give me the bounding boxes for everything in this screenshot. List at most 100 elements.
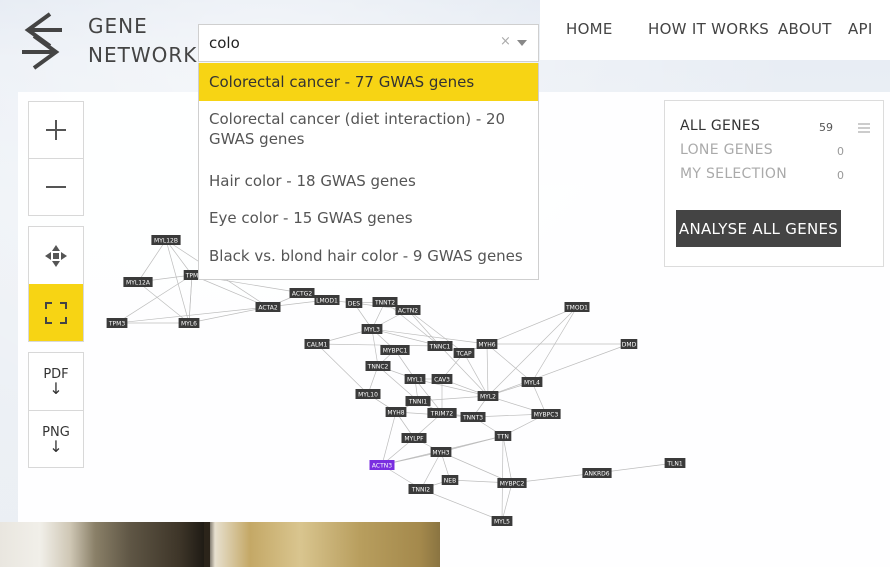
- gene-node[interactable]: MYL3: [361, 324, 383, 334]
- dropdown-item[interactable]: Eye color - 15 GWAS genes: [199, 208, 538, 230]
- gene-node[interactable]: MYBPC2: [497, 478, 527, 488]
- gene-node[interactable]: TNNI1: [405, 396, 431, 406]
- dropdown-item-label-cont: GWAS genes: [209, 130, 305, 148]
- gene-node[interactable]: MYBPC3: [531, 409, 561, 419]
- gene-node[interactable]: MYH3: [430, 447, 452, 457]
- gene-node-label: MYL1: [407, 377, 423, 384]
- gene-node[interactable]: MYL12B: [151, 235, 181, 245]
- lone-genes-count: 0: [837, 145, 844, 158]
- gene-node[interactable]: MYL4: [521, 377, 543, 387]
- logo-text-line2: NETWORK: [88, 43, 198, 67]
- gene-node[interactable]: MYL2: [477, 391, 499, 401]
- gene-node[interactable]: TNNT3: [460, 412, 486, 422]
- gene-node[interactable]: MYH6: [476, 339, 498, 349]
- gene-node-label: CAV3: [434, 377, 450, 384]
- gene-node-label: TNNT3: [462, 415, 483, 422]
- gene-node[interactable]: CAV3: [431, 374, 453, 384]
- gene-node[interactable]: TNNC2: [365, 361, 391, 371]
- gene-node-label: ACTN3: [372, 463, 392, 470]
- network-edge: [165, 239, 193, 276]
- network-edge: [371, 328, 379, 367]
- download-arrow-icon: ↓: [49, 436, 63, 456]
- nav-how-it-works[interactable]: HOW IT WORKS: [648, 20, 769, 38]
- network-edge: [502, 435, 513, 484]
- gene-node-label: MYL10: [358, 392, 378, 399]
- network-edge: [381, 411, 397, 466]
- move-arrows-icon: [45, 244, 67, 267]
- gene-node[interactable]: TLN1: [664, 458, 686, 468]
- gene-node[interactable]: DMD: [620, 339, 638, 349]
- all-genes-item[interactable]: ALL GENES: [680, 118, 760, 134]
- gene-node[interactable]: MYL12A: [123, 277, 153, 287]
- zoom-in-button[interactable]: [29, 102, 83, 158]
- pan-button[interactable]: [29, 227, 83, 284]
- gene-node-label: ACTA2: [258, 305, 277, 312]
- nav-home[interactable]: HOME: [566, 20, 613, 38]
- top-nav: HOME HOW IT WORKS ABOUT API: [540, 0, 890, 60]
- gene-node-label: TMOD1: [565, 305, 588, 312]
- gene-node[interactable]: TPM3: [106, 318, 128, 328]
- download-png-button[interactable]: PNG ↓: [29, 411, 83, 468]
- dropdown-item[interactable]: Colorectal cancer (diet interaction) - 2…: [199, 109, 538, 157]
- dropdown-item-label: Eye color - 15 GWAS genes: [209, 209, 413, 227]
- view-controls: [28, 226, 84, 342]
- export-controls: PDF ↓ PNG ↓: [28, 352, 84, 468]
- my-selection-item[interactable]: MY SELECTION: [680, 166, 787, 182]
- gene-node[interactable]: ANKRD6: [582, 468, 612, 478]
- gene-node[interactable]: MYBPC1: [380, 345, 410, 355]
- gene-node[interactable]: CALM1: [304, 339, 330, 349]
- gene-node-label: TNNC1: [429, 344, 451, 351]
- logo-arrows-icon: [22, 12, 62, 70]
- dropdown-item-label: Colorectal cancer - 77 GWAS genes: [209, 73, 475, 91]
- photo-frame-edge: [204, 522, 210, 567]
- gene-node[interactable]: ACTN3: [369, 460, 395, 470]
- gene-node[interactable]: MYL1: [404, 374, 426, 384]
- gene-node[interactable]: DES: [345, 298, 363, 308]
- gene-node[interactable]: TRIM72: [427, 408, 457, 418]
- gene-node[interactable]: NEB: [441, 475, 459, 485]
- gene-node[interactable]: ACTN2: [395, 305, 421, 315]
- search-dropdown: Colorectal cancer - 77 GWAS genes Colore…: [198, 63, 539, 280]
- network-edge: [137, 239, 167, 283]
- gene-node-label: TNNT2: [374, 300, 395, 307]
- lone-genes-item[interactable]: LONE GENES: [680, 142, 773, 158]
- logo[interactable]: GENE NETWORK: [22, 10, 196, 72]
- list-menu-icon[interactable]: [858, 123, 870, 133]
- gene-node-label: DMD: [622, 342, 637, 349]
- gene-node[interactable]: MYH8: [385, 407, 407, 417]
- download-arrow-icon: ↓: [49, 378, 63, 398]
- fit-screen-button[interactable]: [29, 284, 83, 341]
- gene-node[interactable]: TNNT2: [372, 297, 398, 307]
- search-input[interactable]: colo ×: [198, 24, 539, 62]
- gene-node[interactable]: TNNI2: [408, 484, 434, 494]
- clear-icon[interactable]: ×: [500, 34, 511, 49]
- gene-node[interactable]: MYL10: [355, 389, 381, 399]
- gene-node-label: LMOD1: [316, 298, 338, 305]
- gene-node[interactable]: MYL5: [491, 516, 513, 526]
- gene-node[interactable]: TNNC1: [427, 341, 453, 351]
- my-selection-count: 0: [837, 169, 844, 182]
- gene-node[interactable]: TTN: [494, 431, 512, 441]
- gene-node[interactable]: ACTA2: [255, 302, 281, 312]
- gene-node-label: TLN1: [666, 461, 682, 468]
- dropdown-item[interactable]: Colorectal cancer - 77 GWAS genes: [199, 63, 538, 101]
- chevron-down-icon[interactable]: [517, 40, 527, 46]
- gene-node[interactable]: TMOD1: [564, 302, 590, 312]
- download-pdf-button[interactable]: PDF ↓: [29, 353, 83, 410]
- dropdown-item[interactable]: Black vs. blond hair color - 9 GWAS gene…: [199, 246, 538, 268]
- nav-api[interactable]: API: [848, 20, 873, 38]
- gene-node-label: TNNI1: [408, 399, 427, 406]
- nav-about[interactable]: ABOUT: [778, 20, 832, 38]
- gene-node[interactable]: TCAP: [453, 348, 475, 358]
- gene-node[interactable]: MYLPF: [401, 433, 427, 443]
- gene-node[interactable]: MYL6: [178, 318, 200, 328]
- gene-node-label: DES: [348, 301, 360, 308]
- gene-node[interactable]: LMOD1: [314, 295, 340, 305]
- gene-node[interactable]: ACTG2: [289, 288, 315, 298]
- dropdown-item[interactable]: Hair color - 18 GWAS genes: [199, 171, 538, 193]
- analyse-all-genes-button[interactable]: ANALYSE ALL GENES: [676, 210, 841, 247]
- background-photo: [0, 522, 440, 567]
- zoom-out-button[interactable]: [29, 159, 83, 215]
- gene-node-label: TRIM72: [430, 411, 454, 418]
- network-edge: [188, 274, 193, 324]
